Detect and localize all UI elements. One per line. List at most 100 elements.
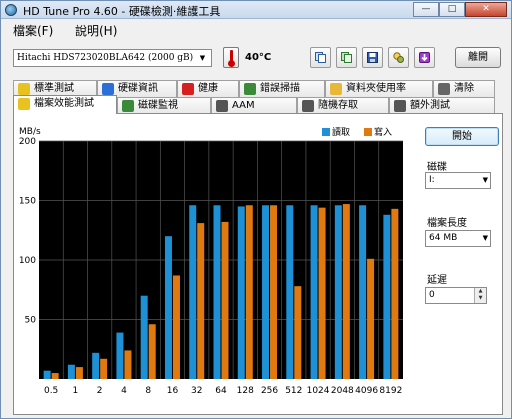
- drive-select[interactable]: Hitachi HDS723020BLA642 (2000 gB) ▼: [13, 49, 212, 67]
- x-tick-label: 2048: [331, 386, 354, 396]
- y-tick-label: 150: [19, 197, 36, 207]
- y-axis-unit: MB/s: [19, 127, 41, 137]
- tab-magnifier[interactable]: 錯誤掃描: [239, 80, 325, 97]
- read-bar: [334, 205, 342, 379]
- chevron-down-icon: ▼: [199, 54, 206, 62]
- x-tick-label: 8192: [379, 386, 402, 396]
- write-bar: [391, 208, 399, 379]
- read-bar: [213, 205, 221, 379]
- download-icon: [419, 52, 430, 63]
- speaker-icon: [216, 100, 228, 112]
- write-bar: [294, 286, 302, 379]
- tab-file-benchmark[interactable]: 檔案效能測試: [13, 95, 117, 114]
- delay-label: 延遲: [427, 275, 447, 286]
- delay-spinner[interactable]: 0 ▲ ▼: [425, 287, 487, 304]
- menu-file[interactable]: 檔案(F): [13, 22, 53, 39]
- file-length-value: 64 MB: [429, 233, 458, 243]
- x-tick-label: 0.5: [44, 386, 58, 396]
- read-bar: [383, 214, 391, 379]
- x-tick-label: 32: [191, 386, 202, 396]
- options-icon: [393, 52, 404, 63]
- copy-screenshot-button[interactable]: [336, 47, 357, 68]
- drive-letter-select[interactable]: I: ▼: [425, 172, 491, 189]
- write-bar: [51, 373, 59, 379]
- tab-monitor[interactable]: 磁碟監視: [117, 97, 211, 114]
- tab-label: 額外測試: [410, 100, 450, 111]
- app-icon: [5, 4, 17, 16]
- write-bar: [148, 324, 156, 379]
- thermometer-icon: [223, 47, 239, 68]
- info-icon: [102, 83, 114, 95]
- spinner-arrows-icon[interactable]: ▲ ▼: [474, 288, 486, 303]
- tab-speaker[interactable]: AAM: [211, 97, 297, 114]
- read-bar: [67, 364, 75, 379]
- tab-random-access[interactable]: 隨機存取: [297, 97, 389, 114]
- file-length-select[interactable]: 64 MB ▼: [425, 230, 491, 247]
- tab-label: 資料夾使用率: [346, 83, 406, 94]
- options-button[interactable]: [388, 47, 409, 68]
- y-tick-label: 100: [19, 256, 36, 266]
- tab-health[interactable]: 健康: [177, 80, 239, 97]
- maximize-button[interactable]: □: [439, 2, 465, 17]
- tab-label: 磁碟監視: [138, 100, 178, 111]
- write-bar: [172, 275, 180, 379]
- legend-read-swatch: [322, 128, 330, 136]
- copy-text-icon: [315, 52, 326, 63]
- read-bar: [164, 236, 172, 379]
- start-button[interactable]: 開始: [425, 127, 499, 146]
- close-button[interactable]: ✕: [465, 2, 507, 17]
- minimize-button[interactable]: —: [413, 2, 439, 17]
- title-bar: HD Tune Pro 4.60 - 硬碟檢測‧維護工具 — □ ✕: [1, 1, 511, 19]
- y-tick-label: 200: [19, 137, 36, 147]
- tab-label: 標準測試: [34, 83, 74, 94]
- read-bar: [189, 205, 197, 379]
- drive-label: 磁碟: [427, 162, 447, 173]
- tab-label: 錯誤掃描: [260, 83, 300, 94]
- write-bar: [245, 205, 253, 379]
- tab-label: 檔案效能測試: [34, 98, 94, 109]
- menu-help[interactable]: 說明(H): [75, 22, 117, 39]
- x-tick-label: 2: [97, 386, 103, 396]
- x-tick-label: 128: [237, 386, 254, 396]
- x-tick-label: 1: [73, 386, 79, 396]
- exit-button[interactable]: 離開: [455, 47, 501, 68]
- copy-screenshot-icon: [341, 52, 352, 63]
- x-tick-label: 64: [215, 386, 227, 396]
- delay-value: 0: [429, 290, 435, 300]
- trash-icon: [438, 83, 450, 95]
- write-bar: [75, 367, 83, 379]
- file-length-label: 檔案長度: [427, 218, 467, 229]
- write-bar: [221, 221, 229, 379]
- benchmark-icon: [18, 83, 30, 95]
- read-bar: [262, 205, 270, 379]
- x-tick-label: 4: [121, 386, 127, 396]
- write-bar: [270, 205, 278, 379]
- legend-write-swatch: [364, 128, 372, 136]
- tab-label: 健康: [198, 83, 218, 94]
- x-tick-label: 1024: [307, 386, 330, 396]
- tab-folder[interactable]: 資料夾使用率: [325, 80, 433, 97]
- write-bar: [318, 207, 326, 379]
- x-tick-label: 256: [261, 386, 278, 396]
- save-button[interactable]: [362, 47, 383, 68]
- menu-bar: 檔案(F) 說明(H): [1, 19, 511, 39]
- tab-extra-tests[interactable]: 額外測試: [389, 97, 495, 114]
- tab-label: AAM: [232, 100, 255, 111]
- x-tick-label: 512: [285, 386, 302, 396]
- y-tick-label: 50: [25, 316, 37, 326]
- drive-letter-value: I:: [429, 175, 435, 185]
- x-tick-label: 4096: [355, 386, 378, 396]
- monitor-icon: [122, 100, 134, 112]
- chevron-down-icon: ▼: [482, 176, 488, 184]
- save-icon: [367, 52, 378, 63]
- tab-trash[interactable]: 清除: [433, 80, 495, 97]
- drive-select-value: Hitachi HDS723020BLA642 (2000 gB): [17, 53, 194, 63]
- x-tick-label: 8: [145, 386, 151, 396]
- read-bar: [116, 332, 124, 379]
- copy-text-button[interactable]: [310, 47, 331, 68]
- download-button[interactable]: [414, 47, 435, 68]
- write-bar: [197, 223, 205, 379]
- magnifier-icon: [244, 83, 256, 95]
- read-bar: [140, 295, 148, 379]
- read-bar: [237, 206, 245, 379]
